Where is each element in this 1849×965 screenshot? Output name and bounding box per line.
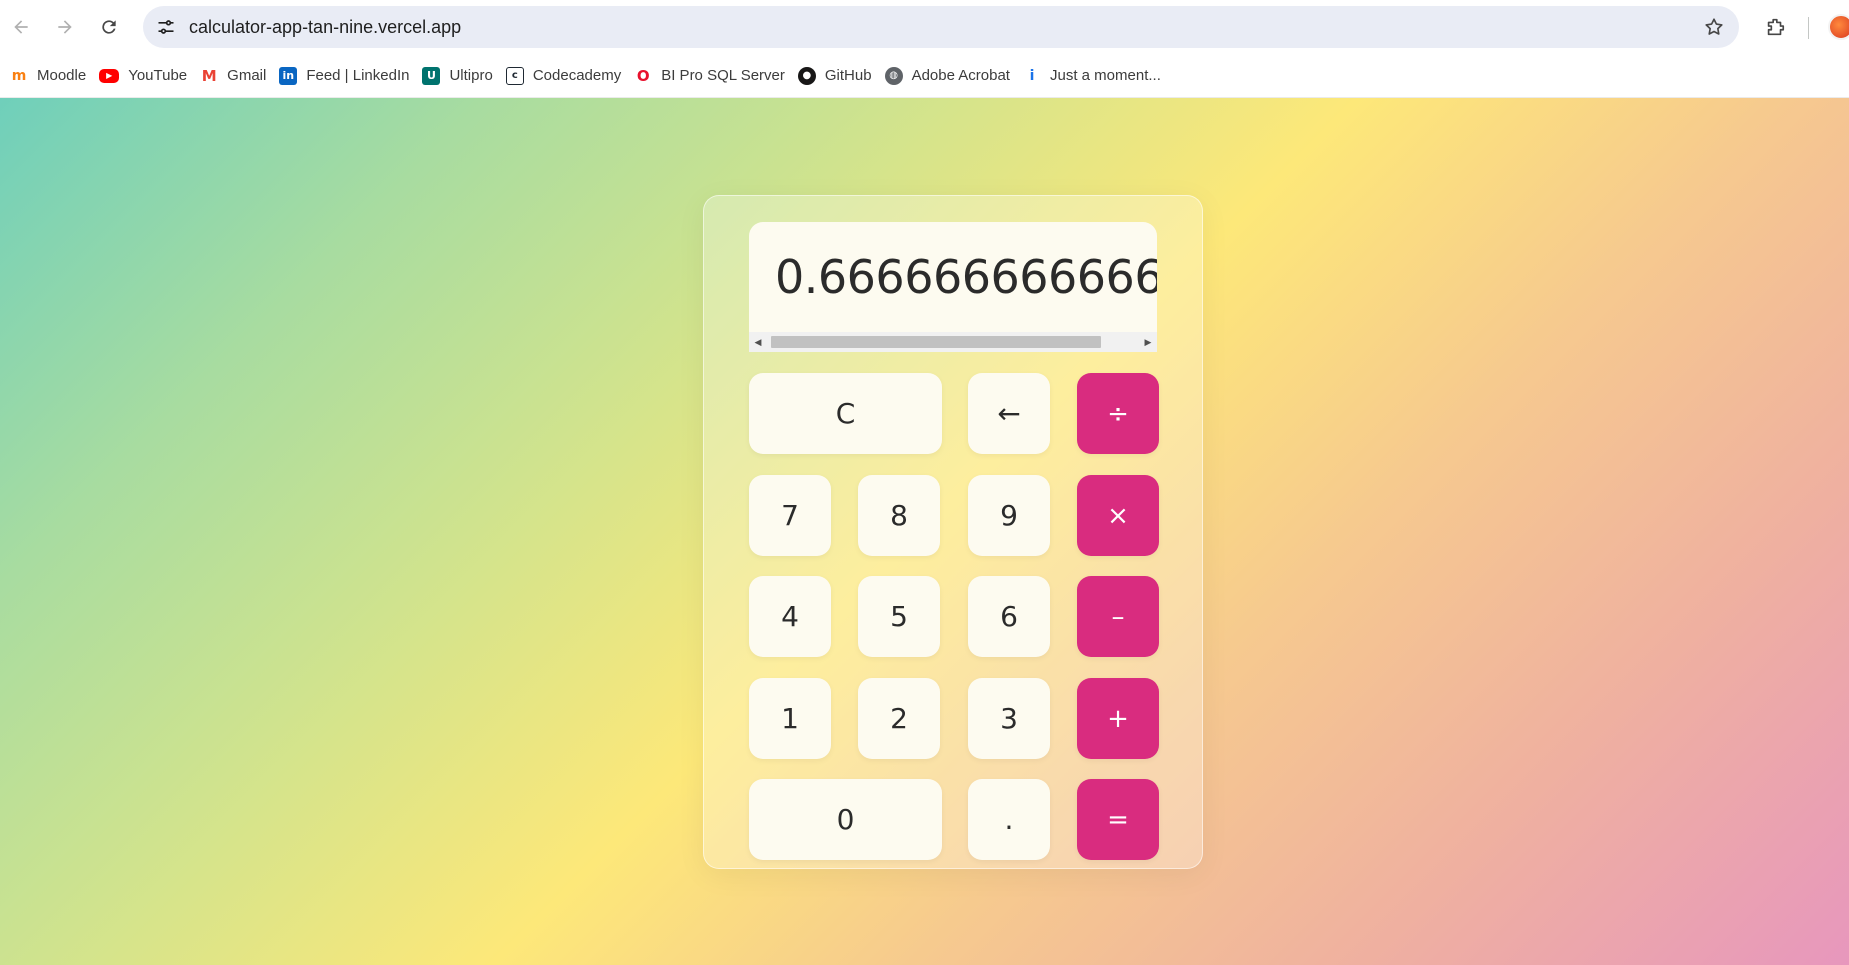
three-button[interactable]: 3 bbox=[968, 678, 1050, 759]
display-value: 0.6666666666666666 bbox=[775, 250, 1157, 304]
bookmark-label: Feed | LinkedIn bbox=[306, 67, 410, 84]
linkedin-icon: in bbox=[279, 66, 298, 85]
clear-button[interactable]: C bbox=[749, 373, 942, 454]
scroll-thumb[interactable] bbox=[771, 336, 1101, 348]
bookmark-adobe[interactable]: ◍ Adobe Acrobat bbox=[883, 61, 1021, 91]
page-background: 0.6666666666666666 ◀ ▶ C ← ÷ 7 8 9 × 4 5… bbox=[0, 98, 1849, 965]
browser-toolbar: calculator-app-tan-nine.vercel.app bbox=[0, 0, 1849, 54]
address-bar[interactable]: calculator-app-tan-nine.vercel.app bbox=[143, 6, 1739, 48]
scroll-right-icon[interactable]: ▶ bbox=[1139, 332, 1157, 352]
extensions-icon[interactable] bbox=[1761, 13, 1789, 41]
nine-button[interactable]: 9 bbox=[968, 475, 1050, 556]
bookmark-codecademy[interactable]: c Codecademy bbox=[504, 61, 632, 91]
github-icon: ● bbox=[797, 66, 816, 85]
bookmark-label: Adobe Acrobat bbox=[911, 67, 1010, 84]
forward-button[interactable] bbox=[49, 11, 81, 43]
bookmark-ultipro[interactable]: U Ultipro bbox=[420, 61, 503, 91]
toolbar-divider bbox=[1808, 17, 1809, 39]
bookmark-gmail[interactable]: M Gmail bbox=[198, 61, 277, 91]
bookmark-label: Ultipro bbox=[449, 67, 493, 84]
multiply-button[interactable]: × bbox=[1077, 475, 1159, 556]
site-info-icon[interactable] bbox=[153, 14, 179, 40]
divide-button[interactable]: ÷ bbox=[1077, 373, 1159, 454]
address-url[interactable]: calculator-app-tan-nine.vercel.app bbox=[189, 6, 461, 48]
two-button[interactable]: 2 bbox=[858, 678, 940, 759]
eight-button[interactable]: 8 bbox=[858, 475, 940, 556]
bookmark-label: YouTube bbox=[128, 67, 188, 84]
backspace-button[interactable]: ← bbox=[968, 373, 1050, 454]
arrow-right-icon bbox=[58, 20, 72, 34]
seven-button[interactable]: 7 bbox=[749, 475, 831, 556]
bookmark-label: BI Pro SQL Server bbox=[661, 67, 785, 84]
codecademy-icon: c bbox=[505, 66, 524, 85]
bookmark-star-icon[interactable] bbox=[1703, 16, 1725, 38]
moodle-icon: m bbox=[11, 67, 27, 84]
arrow-left-icon bbox=[14, 20, 28, 34]
six-button[interactable]: 6 bbox=[968, 576, 1050, 657]
bookmark-moodle[interactable]: m Moodle bbox=[8, 61, 97, 91]
bookmark-label: Moodle bbox=[37, 67, 87, 84]
five-button[interactable]: 5 bbox=[858, 576, 940, 657]
equals-button[interactable]: = bbox=[1077, 779, 1159, 860]
back-button[interactable] bbox=[5, 11, 37, 43]
reload-icon bbox=[102, 20, 116, 34]
calculator: 0.6666666666666666 ◀ ▶ C ← ÷ 7 8 9 × 4 5… bbox=[703, 195, 1203, 869]
youtube-icon: ▶ bbox=[99, 68, 120, 83]
calculator-display: 0.6666666666666666 ◀ ▶ bbox=[749, 222, 1157, 352]
bookmark-github[interactable]: ● GitHub bbox=[796, 61, 883, 91]
info-icon: ⅰ bbox=[1029, 67, 1035, 84]
decimal-button[interactable]: . bbox=[968, 779, 1050, 860]
ultipro-icon: U bbox=[422, 66, 441, 85]
globe-icon: ◍ bbox=[884, 66, 903, 85]
bookmark-bipro[interactable]: O BI Pro SQL Server bbox=[632, 61, 796, 91]
reload-button[interactable] bbox=[93, 11, 125, 43]
bookmark-label: Just a moment... bbox=[1049, 67, 1161, 84]
add-button[interactable]: + bbox=[1077, 678, 1159, 759]
one-button[interactable]: 1 bbox=[749, 678, 831, 759]
four-button[interactable]: 4 bbox=[749, 576, 831, 657]
bookmark-linkedin[interactable]: in Feed | LinkedIn bbox=[277, 61, 420, 91]
display-scrollbar[interactable]: ◀ ▶ bbox=[749, 332, 1157, 352]
bookmark-youtube[interactable]: ▶ YouTube bbox=[97, 61, 198, 91]
subtract-button[interactable]: – bbox=[1077, 576, 1159, 657]
bipro-icon: O bbox=[636, 66, 650, 85]
bookmark-just-a-moment[interactable]: ⅰ Just a moment... bbox=[1021, 61, 1172, 91]
zero-button[interactable]: 0 bbox=[749, 779, 942, 860]
scroll-left-icon[interactable]: ◀ bbox=[749, 332, 767, 352]
bookmark-label: GitHub bbox=[824, 67, 872, 84]
bookmarks-bar: m Moodle ▶ YouTube M Gmail in Feed | Lin… bbox=[0, 54, 1849, 98]
bookmark-label: Codecademy bbox=[532, 67, 622, 84]
profile-avatar[interactable] bbox=[1828, 14, 1849, 40]
gmail-icon: M bbox=[201, 66, 217, 85]
bookmark-label: Gmail bbox=[227, 67, 267, 84]
